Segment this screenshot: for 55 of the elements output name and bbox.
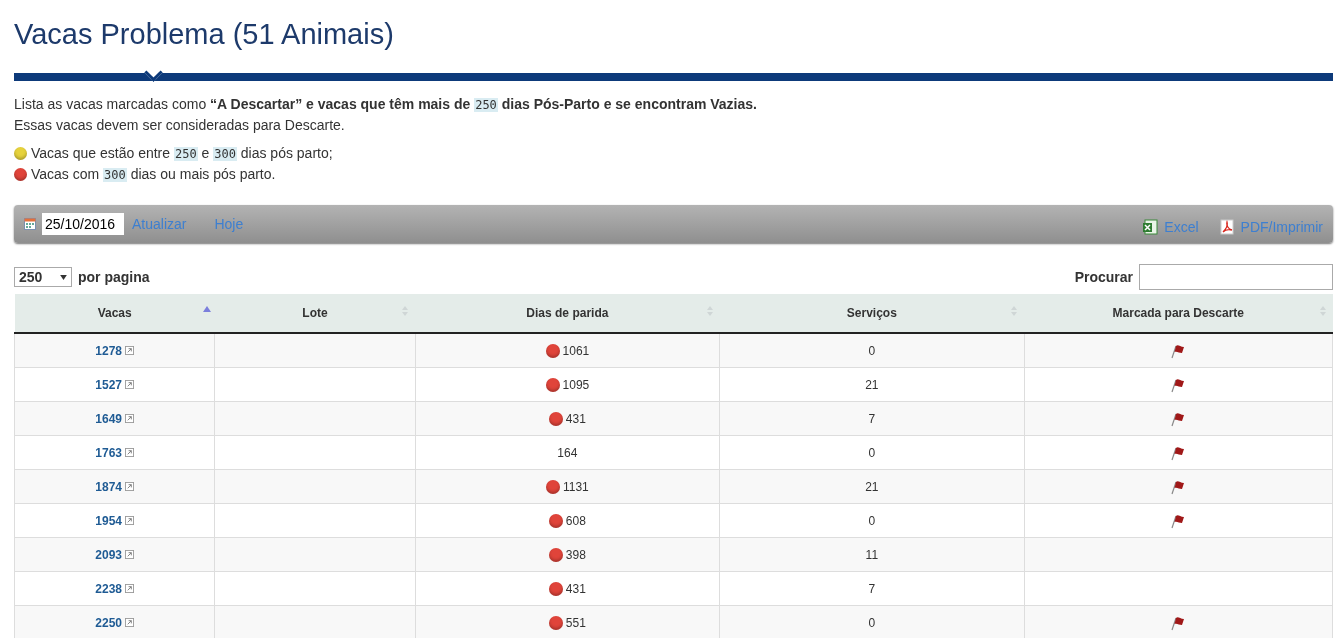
column-header[interactable]: Marcada para Descarte (1024, 294, 1333, 333)
date-field[interactable]: 25/10/2016 (42, 213, 124, 235)
table-cell: 7 (868, 581, 876, 596)
cow-link[interactable]: 1763 (95, 445, 122, 460)
external-link-icon[interactable] (125, 345, 134, 355)
cow-link[interactable]: 2250 (95, 615, 122, 630)
table-cell: 551 (565, 615, 586, 630)
table-cell: 1131 (562, 479, 589, 494)
cow-link[interactable]: 1954 (95, 513, 122, 528)
column-header[interactable]: Vacas (14, 294, 215, 333)
page-size-label: por pagina (78, 269, 150, 285)
external-link-icon[interactable] (125, 617, 134, 627)
table-cell: 21 (865, 377, 879, 392)
table-cell: 164 (557, 445, 578, 460)
table-cell: 0 (868, 615, 876, 630)
table-cell: 0 (868, 343, 876, 358)
table-cell: 398 (565, 547, 586, 562)
table-cell: 21 (865, 479, 879, 494)
cow-link[interactable]: 2238 (95, 581, 122, 596)
search-label: Procurar (1074, 269, 1133, 285)
table-cell: 11 (865, 547, 879, 562)
table-cell: 1095 (562, 377, 590, 392)
external-link-icon[interactable] (125, 481, 134, 491)
external-link-icon[interactable] (125, 549, 134, 559)
external-link-icon[interactable] (125, 447, 134, 457)
table-cell: 431 (565, 581, 586, 596)
description-text: Essas vacas devem ser consideradas para Descarte. (14, 116, 346, 135)
spreadsheet-icon[interactable] (1142, 219, 1159, 235)
cow-link[interactable]: 1278 (95, 343, 122, 358)
external-link-icon[interactable] (125, 379, 134, 389)
caret-icon[interactable] (60, 274, 67, 280)
search-field[interactable] (1139, 264, 1333, 290)
cow-link[interactable]: 1874 (95, 479, 122, 494)
external-link-icon[interactable] (125, 583, 134, 593)
table-cell: 1061 (562, 343, 590, 358)
cow-link[interactable]: 1649 (95, 411, 122, 426)
column-header[interactable]: Lote (214, 294, 416, 333)
legend-text: Vacas com 300 dias ou mais pós parto. (31, 165, 276, 184)
legend-text: Vacas que estão entre 250 e 300 dias pós parto; (31, 144, 333, 163)
external-link-icon[interactable] (125, 515, 134, 525)
table-cell: 608 (565, 513, 586, 528)
page-title: Vacas Problema (51 Animais) (14, 17, 394, 52)
column-header[interactable]: Serviços (719, 294, 1025, 333)
cow-link[interactable]: 1527 (95, 377, 122, 392)
cow-link[interactable]: 2093 (95, 547, 122, 562)
table-cell: 431 (565, 411, 586, 426)
table-cell: 7 (868, 411, 876, 426)
description-text: Lista as vacas marcadas como “A Descartar” e vacas que têm mais de 250 dias Pós-Parto e se encontram Vazias. (14, 95, 758, 114)
pdf-icon[interactable] (1218, 219, 1235, 235)
table-cell: 0 (868, 513, 876, 528)
calendar-icon[interactable] (24, 218, 36, 230)
external-link-icon[interactable] (125, 413, 134, 423)
page-size-select[interactable]: 250 (14, 267, 72, 287)
table-cell: 0 (868, 445, 876, 460)
column-header[interactable]: Dias de parida (415, 294, 720, 333)
